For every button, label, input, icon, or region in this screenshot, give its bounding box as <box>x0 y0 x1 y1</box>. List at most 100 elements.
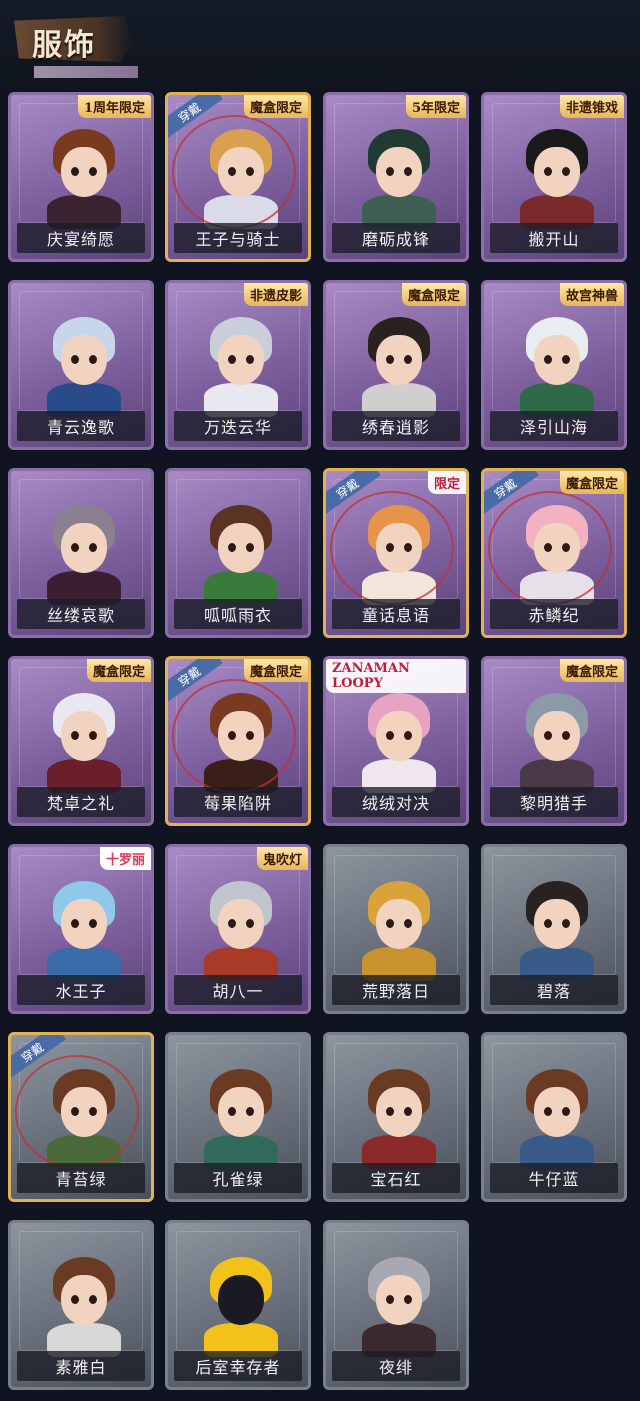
character-portrait <box>354 1057 444 1169</box>
costume-name: 梵卓之礼 <box>17 787 145 817</box>
costume-card[interactable]: 荒野落日 <box>323 844 469 1014</box>
costume-name: 碧落 <box>490 975 618 1005</box>
face-shape <box>61 147 107 197</box>
eye-right <box>89 1295 97 1304</box>
costume-card[interactable]: 丝缕哀歌 <box>8 468 154 638</box>
face-shape <box>534 147 580 197</box>
costume-name: 荒野落日 <box>332 975 460 1005</box>
costume-card[interactable]: 穿戴 青苔绿 <box>8 1032 154 1202</box>
costume-card[interactable]: 魔盒限定 黎明猎手 <box>481 656 627 826</box>
costume-name: 后室幸存者 <box>174 1351 302 1381</box>
face-shape <box>218 1275 264 1325</box>
character-portrait <box>196 869 286 981</box>
face-shape <box>61 711 107 761</box>
costume-card[interactable]: 穿戴 魔盒限定 王子与骑士 <box>165 92 311 262</box>
costume-card[interactable]: 素雅白 <box>8 1220 154 1390</box>
character-portrait <box>39 1245 129 1357</box>
costume-card[interactable]: 青云逸歌 <box>8 280 154 450</box>
character-portrait <box>354 869 444 981</box>
face-shape <box>61 523 107 573</box>
face-shape <box>534 1087 580 1137</box>
eye-left <box>71 167 79 176</box>
costume-card[interactable]: 穿戴 魔盒限定 赤鳞纪 <box>481 468 627 638</box>
eye-left <box>228 919 236 928</box>
costume-name: 牛仔蓝 <box>490 1163 618 1193</box>
costume-card[interactable]: 魔盒限定 梵卓之礼 <box>8 656 154 826</box>
face-shape <box>61 899 107 949</box>
costume-card[interactable]: 穿戴 限定 童话息语 <box>323 468 469 638</box>
eye-right <box>89 543 97 552</box>
costume-card[interactable]: 十罗丽水王子 <box>8 844 154 1014</box>
costume-card[interactable]: 鬼吹灯 胡八一 <box>165 844 311 1014</box>
limited-badge: 魔盒限定 <box>401 283 466 306</box>
costume-card[interactable]: 牛仔蓝 <box>481 1032 627 1202</box>
face-shape <box>376 711 422 761</box>
face-shape <box>61 335 107 385</box>
costume-name: 素雅白 <box>17 1351 145 1381</box>
face-shape <box>534 711 580 761</box>
face-shape <box>218 1087 264 1137</box>
face-shape <box>218 523 264 573</box>
costume-card[interactable]: ZANAMAN LOOPY 绒绒对决 <box>323 656 469 826</box>
eye-left <box>544 731 552 740</box>
costume-card[interactable]: 后室幸存者 <box>165 1220 311 1390</box>
costume-name: 搬开山 <box>490 223 618 253</box>
costume-card[interactable]: 呱呱雨衣 <box>165 468 311 638</box>
eye-left <box>386 355 394 364</box>
face-shape <box>534 899 580 949</box>
character-portrait <box>354 117 444 229</box>
costume-name: 夜绯 <box>332 1351 460 1381</box>
character-portrait <box>39 869 129 981</box>
face-shape <box>376 1087 422 1137</box>
character-portrait <box>512 869 602 981</box>
character-portrait <box>39 305 129 417</box>
costume-card[interactable]: 碧落 <box>481 844 627 1014</box>
limited-badge: 魔盒限定 <box>243 95 308 118</box>
costume-card[interactable]: 1周年限定 庆宴绮愿 <box>8 92 154 262</box>
costume-name: 童话息语 <box>332 599 460 629</box>
costume-card[interactable]: 穿戴 魔盒限定 莓果陷阱 <box>165 656 311 826</box>
face-shape <box>376 1275 422 1325</box>
face-shape <box>218 335 264 385</box>
costume-card[interactable]: 故宫神兽 泽引山海 <box>481 280 627 450</box>
eye-left <box>544 167 552 176</box>
eye-left <box>544 355 552 364</box>
costume-card[interactable]: 非遗皮影 万迭云华 <box>165 280 311 450</box>
eye-right <box>89 355 97 364</box>
costume-card[interactable]: 非遗锥戏搬开山 <box>481 92 627 262</box>
costume-card[interactable]: 宝石红 <box>323 1032 469 1202</box>
character-portrait <box>39 681 129 793</box>
eye-right <box>404 919 412 928</box>
eye-right <box>562 1107 570 1116</box>
eye-left <box>228 543 236 552</box>
eye-left <box>386 919 394 928</box>
costume-card[interactable]: 魔盒限定绣春逍影 <box>323 280 469 450</box>
costume-name: 青苔绿 <box>17 1163 145 1193</box>
character-portrait <box>512 305 602 417</box>
header-bar: 服饰 <box>0 0 640 88</box>
costume-name: 水王子 <box>17 975 145 1005</box>
eye-left <box>228 355 236 364</box>
eye-left <box>544 919 552 928</box>
eye-left <box>71 355 79 364</box>
eye-right <box>404 167 412 176</box>
costume-name: 绣春逍影 <box>332 411 460 441</box>
eye-left <box>71 543 79 552</box>
limited-badge: 非遗锥戏 <box>559 95 624 118</box>
limited-badge: 十罗丽 <box>99 847 151 870</box>
eye-right <box>246 355 254 364</box>
costume-card[interactable]: 孔雀绿 <box>165 1032 311 1202</box>
costume-name: 呱呱雨衣 <box>174 599 302 629</box>
character-portrait <box>512 681 602 793</box>
worn-circle-mark <box>172 115 296 229</box>
eye-right <box>89 919 97 928</box>
costume-name: 绒绒对决 <box>332 787 460 817</box>
eye-left <box>386 167 394 176</box>
costume-card[interactable]: 5年限定 磨砺成锋 <box>323 92 469 262</box>
limited-badge: 非遗皮影 <box>243 283 308 306</box>
character-portrait <box>354 305 444 417</box>
face-shape <box>376 147 422 197</box>
page-title: 服饰 <box>32 28 96 63</box>
character-portrait <box>512 117 602 229</box>
costume-card[interactable]: 夜绯 <box>323 1220 469 1390</box>
